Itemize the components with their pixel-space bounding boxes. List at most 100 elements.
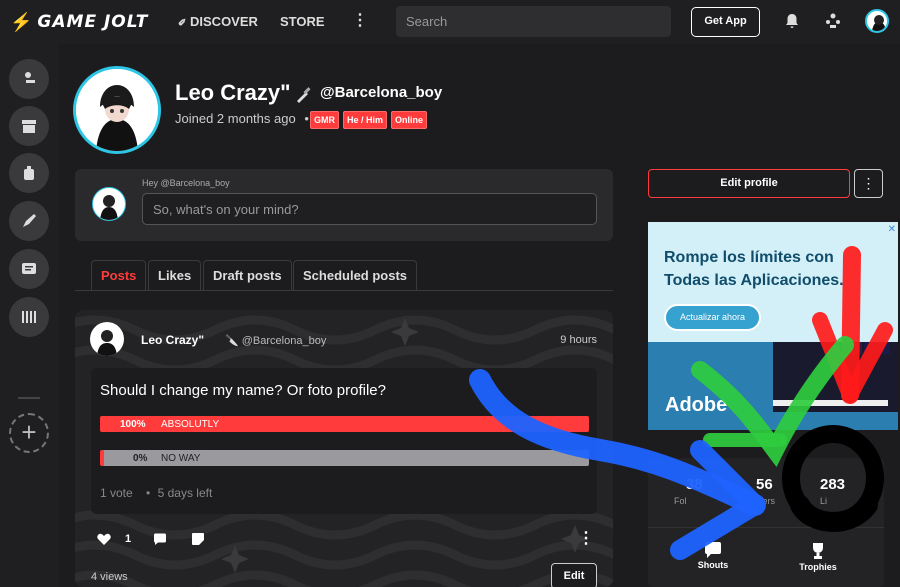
stat-likes-label: Li (820, 496, 828, 506)
trophy-icon (813, 543, 823, 559)
tab-posts[interactable]: Posts (91, 260, 147, 290)
poll-remaining: 5 days left (157, 486, 213, 500)
poll-option-1-percent: 100% (120, 419, 146, 430)
tag-online: Online (391, 111, 428, 129)
post-time: 9 hours (560, 334, 597, 346)
profile-more-icon[interactable]: ⋮ (854, 169, 883, 198)
stat-followers-count[interactable]: 38 (686, 476, 703, 493)
gamejolt-logo[interactable]: ⚡ GAME JOLT (10, 12, 148, 32)
ad-brand: Adobe (665, 394, 728, 416)
profile-handle: @Barcelona_boy (320, 84, 443, 101)
stat-following-count[interactable]: 56 (756, 476, 773, 493)
profile-avatar[interactable] (73, 66, 161, 154)
add-community-button[interactable]: + (9, 413, 49, 453)
nav-store[interactable]: STORE (280, 14, 325, 29)
post-composer: Hey @Barcelona_boy So, what's on your mi… (75, 169, 613, 241)
composer-avatar (92, 187, 126, 221)
profile-tags: GMR He / Him Online (310, 111, 428, 129)
post-actions: 1 (97, 532, 205, 546)
tag-gmr: GMR (310, 111, 339, 129)
post-avatar-image (97, 330, 117, 356)
post-card: Leo Crazy" 🔪 @Barcelona_boy 9 hours Shou… (75, 310, 613, 587)
get-app-button[interactable]: Get App (691, 7, 760, 37)
joined-text: Joined 2 months ago (175, 111, 296, 126)
sidebar-chat[interactable] (9, 249, 49, 289)
avatar-image (872, 15, 886, 31)
edit-profile-button[interactable]: Edit profile (648, 169, 850, 198)
friends-icon[interactable] (824, 12, 842, 30)
compass-icon: ✐ (178, 18, 187, 29)
shouts-label: Shouts (697, 560, 729, 570)
composer-greeting: Hey @Barcelona_boy (142, 178, 230, 188)
sidebar-store[interactable] (9, 106, 49, 146)
ad-headline: Rompe los límites con Todas las Aplicaci… (664, 249, 844, 289)
user-avatar[interactable] (865, 9, 889, 33)
nav-discover-label: DISCOVER (190, 14, 258, 29)
library-icon (22, 311, 36, 323)
search-input[interactable]: Search (396, 6, 671, 37)
shouts-link[interactable]: Shouts (673, 542, 753, 570)
sidebar-library[interactable] (9, 297, 49, 337)
comment-icon[interactable] (153, 533, 167, 546)
poll-option-2[interactable]: 0% NO WAY (100, 450, 589, 466)
post-author-avatar[interactable] (90, 322, 124, 356)
stat-likes-count[interactable]: 283 (820, 476, 845, 493)
stats-divider (648, 527, 884, 528)
sticker-icon[interactable] (191, 532, 205, 546)
tab-likes[interactable]: Likes (148, 260, 202, 290)
poll: Should I change my name? Or foto profile… (91, 368, 597, 514)
post-more-icon[interactable]: ⋮ (578, 528, 594, 548)
post-author-name[interactable]: Leo Crazy" (141, 333, 204, 347)
post-views: 4 views (91, 571, 128, 583)
knife-emoji-icon (297, 87, 311, 103)
poll-option-1-label: ABSOLUTLY (161, 419, 220, 430)
stat-followers-label: Fol (674, 496, 687, 506)
post-edit-button[interactable]: Edit (551, 563, 597, 587)
profile-name: Leo Crazy" (175, 80, 291, 105)
bell-icon[interactable] (783, 12, 801, 30)
poll-meta: 1 vote • 5 days left (100, 486, 212, 500)
stat-following-label: wers (756, 496, 776, 506)
profile-joined: Joined 2 months ago • (175, 111, 309, 126)
joined-separator: • (304, 111, 309, 126)
trophies-link[interactable]: Trophies (778, 542, 858, 572)
chat-icon (22, 263, 36, 274)
heart-icon[interactable] (97, 533, 111, 545)
ad-close-icon[interactable]: ✕ (888, 224, 896, 235)
like-count: 1 (125, 533, 132, 545)
poll-bullet: • (146, 486, 151, 500)
poll-votes: 1 vote (100, 486, 133, 500)
sidebar-home[interactable] (9, 59, 49, 99)
poll-option-2-percent: 0% (133, 453, 148, 464)
backpack-icon (24, 166, 34, 180)
nav-discover[interactable]: ✐ DISCOVER (178, 14, 258, 29)
poll-option-1[interactable]: 100% ABSOLUTLY (100, 416, 589, 432)
more-menu-icon[interactable]: ⋮ (352, 10, 368, 30)
brush-icon (23, 214, 36, 227)
poll-option-2-label: NO WAY (161, 453, 201, 464)
top-bar: ⚡ GAME JOLT ✐ DISCOVER STORE ⋮ Search Ge… (0, 0, 900, 44)
lightning-icon: ⚡ (10, 12, 33, 32)
knife-emoji-icon: 🔪 (225, 335, 239, 347)
composer-input[interactable]: So, what's on your mind? (142, 193, 597, 225)
sidebar-creator[interactable] (9, 201, 49, 241)
ad-cta-button[interactable]: Actualizar ahora (664, 304, 761, 331)
tag-pronouns: He / Him (343, 111, 388, 129)
poll-question: Should I change my name? Or foto profile… (100, 382, 386, 399)
ad-banner[interactable]: ✕ Rompe los límites con Todas las Aplica… (648, 222, 898, 430)
left-sidebar: + (0, 44, 58, 587)
trophies-label: Trophies (799, 562, 837, 572)
profile-stats: 38 Fol 56 wers 283 Li Shouts Trophies (648, 458, 884, 587)
logo-text: GAME JOLT (37, 12, 149, 32)
store-icon (22, 120, 36, 133)
tab-draft-posts[interactable]: Draft posts (203, 260, 292, 290)
post-author-handle: 🔪 @Barcelona_boy (225, 334, 326, 347)
composer-avatar-image (100, 195, 118, 220)
sidebar-divider (18, 397, 40, 399)
sidebar-backpack[interactable] (9, 153, 49, 193)
profile-tabs: Posts Likes Draft posts Scheduled posts (75, 260, 613, 291)
home-icon (25, 72, 35, 83)
tab-scheduled-posts[interactable]: Scheduled posts (293, 260, 418, 290)
shouts-icon (705, 542, 721, 558)
post-handle-text: @Barcelona_boy (241, 335, 327, 347)
